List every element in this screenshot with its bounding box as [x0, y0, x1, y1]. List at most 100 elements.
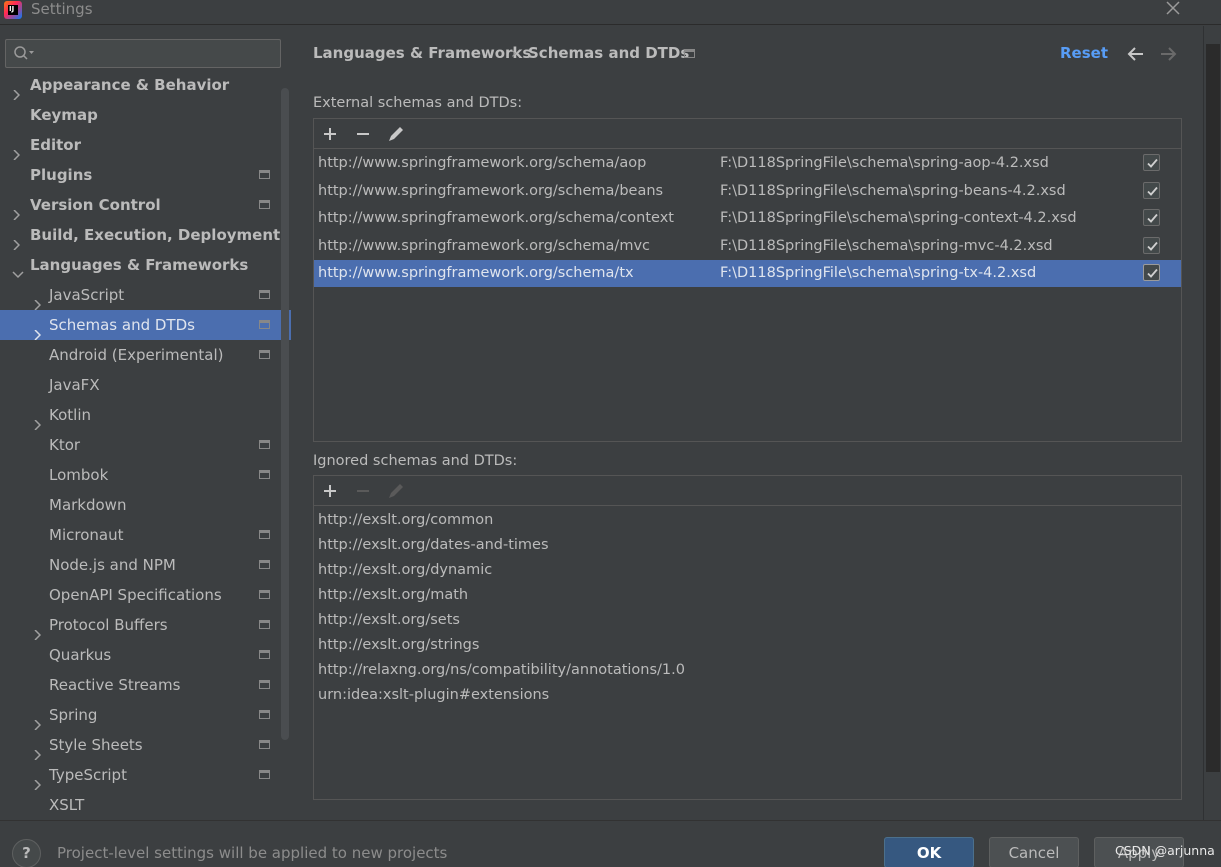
sidebar-item-style-sheets[interactable]: Style Sheets [0, 730, 291, 761]
table-row[interactable]: http://www.springframework.org/schema/co… [314, 205, 1181, 232]
enabled-checkbox[interactable] [1143, 236, 1160, 254]
close-icon[interactable] [1161, 0, 1185, 20]
ignored-toolbar [314, 476, 1181, 506]
sidebar-item-label: Android (Experimental) [49, 346, 224, 364]
project-settings-icon [259, 470, 270, 479]
project-settings-icon [259, 440, 270, 449]
schema-uri: http://www.springframework.org/schema/be… [318, 182, 664, 199]
sidebar-item-label: Style Sheets [49, 736, 143, 754]
reset-link[interactable]: Reset [1060, 44, 1108, 62]
sidebar-item-openapi-specifications[interactable]: OpenAPI Specifications [0, 580, 291, 610]
breadcrumb-separator: › [511, 44, 517, 62]
list-item[interactable]: urn:idea:xslt-plugin#extensions [318, 683, 549, 708]
search-input[interactable] [5, 39, 281, 68]
sidebar-item-android-experimental[interactable]: Android (Experimental) [0, 340, 291, 370]
sidebar-item-editor[interactable]: Editor [0, 130, 291, 161]
sidebar-item-spring[interactable]: Spring [0, 700, 291, 731]
chevron-right-icon[interactable] [12, 200, 21, 221]
external-schemas-table: http://www.springframework.org/schema/ao… [313, 118, 1182, 442]
remove-icon[interactable] [352, 124, 374, 144]
enabled-checkbox[interactable] [1143, 154, 1160, 171]
help-button[interactable]: ? [12, 839, 41, 867]
sidebar-item-schemas-and-dtds[interactable]: Schemas and DTDs [0, 310, 291, 341]
edit-icon[interactable] [385, 124, 407, 144]
schema-path: F:\D118SpringFile\schema\spring-context-… [720, 210, 1077, 226]
table-row[interactable]: http://www.springframework.org/schema/ao… [314, 150, 1181, 177]
breadcrumb-parent[interactable]: Languages & Frameworks [313, 44, 531, 62]
sidebar-item-javafx[interactable]: JavaFX [0, 370, 291, 400]
list-item[interactable]: http://exslt.org/math [318, 583, 468, 608]
schema-path: F:\D118SpringFile\schema\spring-beans-4.… [720, 182, 1066, 199]
sidebar-item-label: Spring [49, 706, 98, 724]
sidebar-item-appearance-behavior[interactable]: Appearance & Behavior [0, 70, 291, 101]
chevron-right-icon[interactable] [12, 140, 21, 161]
sidebar-item-label: Markdown [49, 496, 127, 514]
project-settings-icon [259, 290, 270, 299]
project-settings-icon [259, 590, 270, 599]
external-schemas-label: External schemas and DTDs: [313, 95, 523, 111]
add-icon[interactable] [319, 481, 341, 501]
sidebar-item-label: XSLT [49, 796, 85, 814]
sidebar-item-build-execution-deployment[interactable]: Build, Execution, Deployment [0, 220, 291, 251]
sidebar-item-reactive-streams[interactable]: Reactive Streams [0, 670, 291, 700]
sidebar-item-kotlin[interactable]: Kotlin [0, 400, 291, 431]
schema-uri: http://www.springframework.org/schema/co… [318, 210, 674, 226]
sidebar-item-xslt[interactable]: XSLT [0, 790, 291, 820]
sidebar-item-node-js-and-npm[interactable]: Node.js and NPM [0, 550, 291, 580]
project-settings-icon [684, 49, 695, 58]
forward-arrow-icon[interactable] [1157, 44, 1179, 64]
back-arrow-icon[interactable] [1125, 44, 1147, 64]
sidebar-item-plugins[interactable]: Plugins [0, 160, 291, 190]
ignored-schemas-label: Ignored schemas and DTDs: [313, 453, 518, 469]
cancel-button[interactable]: Cancel [989, 837, 1079, 867]
sidebar-item-languages-frameworks[interactable]: Languages & Frameworks [0, 250, 291, 280]
list-item[interactable]: http://exslt.org/sets [318, 608, 460, 633]
sidebar-item-label: Plugins [30, 166, 93, 184]
sidebar-item-markdown[interactable]: Markdown [0, 490, 291, 520]
sidebar-item-label: Appearance & Behavior [30, 76, 230, 94]
list-item[interactable]: http://exslt.org/strings [318, 633, 479, 658]
list-item[interactable]: http://relaxng.org/ns/compatibility/anno… [318, 658, 685, 683]
list-item[interactable]: http://exslt.org/dynamic [318, 558, 492, 583]
schema-uri: http://www.springframework.org/schema/ao… [318, 155, 647, 171]
sidebar-scrollbar[interactable] [281, 88, 289, 740]
add-icon[interactable] [319, 124, 341, 144]
scrollbar-thumb[interactable] [1206, 44, 1220, 772]
sidebar-item-ktor[interactable]: Ktor [0, 430, 291, 460]
ok-button[interactable]: OK [884, 837, 974, 867]
table-row[interactable]: http://www.springframework.org/schema/mv… [314, 233, 1181, 260]
sidebar-item-quarkus[interactable]: Quarkus [0, 640, 291, 670]
enabled-checkbox[interactable] [1143, 181, 1160, 199]
chevron-right-icon[interactable] [33, 290, 42, 311]
chevron-right-icon[interactable] [33, 320, 42, 341]
chevron-right-icon[interactable] [33, 770, 42, 791]
chevron-right-icon[interactable] [12, 80, 21, 101]
table-row[interactable]: http://www.springframework.org/schema/be… [314, 178, 1181, 205]
content-scrollbar[interactable] [1203, 26, 1221, 820]
sidebar-item-typescript[interactable]: TypeScript [0, 760, 291, 791]
sidebar-item-version-control[interactable]: Version Control [0, 190, 291, 221]
chevron-down-icon[interactable] [12, 260, 24, 279]
remove-icon[interactable] [352, 481, 374, 501]
sidebar-item-label: Quarkus [49, 646, 112, 664]
chevron-right-icon[interactable] [33, 620, 42, 641]
sidebar-item-label: TypeScript [49, 766, 127, 784]
project-settings-icon [259, 350, 270, 359]
list-item[interactable]: http://exslt.org/dates-and-times [318, 533, 549, 558]
edit-icon[interactable] [385, 481, 407, 501]
chevron-right-icon[interactable] [33, 410, 42, 431]
chevron-right-icon[interactable] [33, 740, 42, 761]
enabled-checkbox[interactable] [1143, 209, 1160, 226]
sidebar-item-micronaut[interactable]: Micronaut [0, 520, 291, 550]
chevron-right-icon[interactable] [12, 230, 21, 251]
sidebar-item-protocol-buffers[interactable]: Protocol Buffers [0, 610, 291, 641]
table-row[interactable]: http://www.springframework.org/schema/tx… [314, 260, 1181, 287]
sidebar-item-javascript[interactable]: JavaScript [0, 280, 291, 311]
list-item[interactable]: http://exslt.org/common [318, 508, 493, 533]
sidebar-item-label: Node.js and NPM [49, 556, 176, 574]
sidebar-item-lombok[interactable]: Lombok [0, 460, 291, 490]
sidebar-item-keymap[interactable]: Keymap [0, 100, 291, 130]
chevron-right-icon[interactable] [33, 710, 42, 731]
enabled-checkbox[interactable] [1143, 264, 1160, 281]
settings-sidebar: Appearance & Behavior Keymap Editor Plugins… [0, 26, 291, 820]
